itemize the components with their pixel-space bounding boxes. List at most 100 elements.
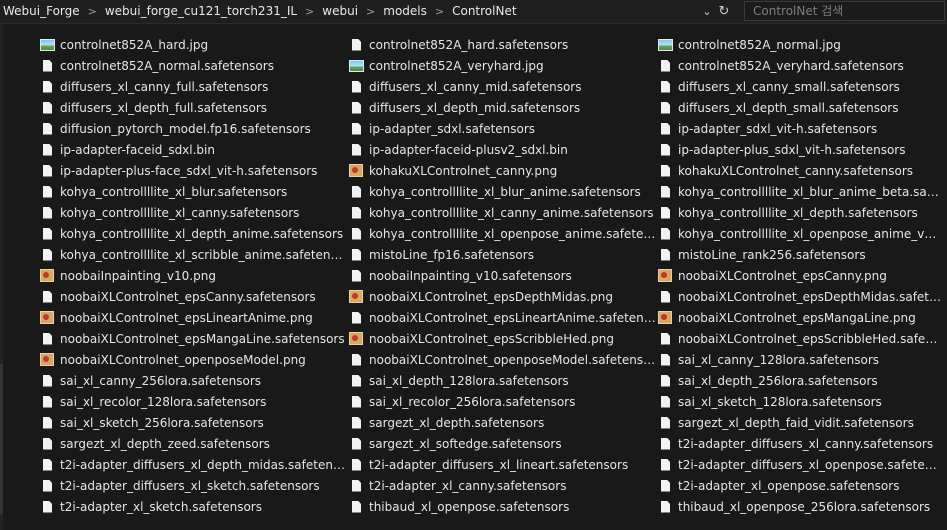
list-item[interactable]: kohakuXLControlnet_canny.safetensors [657, 160, 942, 181]
file-name: kohya_controllllite_xl_scribble_anime.sa… [60, 247, 348, 262]
list-item[interactable]: sai_xl_recolor_256lora.safetensors [348, 391, 657, 412]
list-item[interactable]: t2i-adapter_xl_openpose.safetensors [657, 475, 942, 496]
list-item[interactable]: kohakuXLControlnet_canny.png [348, 160, 657, 181]
list-item[interactable]: noobaiXLControlnet_openposeModel.safeten… [348, 349, 657, 370]
breadcrumb-item-controlnet[interactable]: ControlNet [451, 4, 517, 18]
list-item[interactable]: kohya_controllllite_xl_blur_anime_beta.s… [657, 181, 942, 202]
list-item[interactable]: kohya_controllllite_xl_openpose_anime.sa… [348, 223, 657, 244]
list-item[interactable]: controlnet852A_veryhard.jpg [348, 55, 657, 76]
list-item[interactable]: ip-adapter-plus_sdxl_vit-h.safetensors [657, 139, 942, 160]
file-name: t2i-adapter_xl_canny.safetensors [369, 478, 567, 493]
navigation-pane-scrollbar[interactable] [0, 24, 3, 530]
list-item[interactable]: kohya_controllllite_xl_scribble_anime.sa… [39, 244, 348, 265]
breadcrumb-item-webui-forge[interactable]: Webui_Forge [2, 4, 81, 18]
list-item[interactable]: noobaiXLControlnet_epsMangaLine.png [657, 307, 942, 328]
list-item[interactable]: sargezt_xl_depth_zeed.safetensors [39, 433, 348, 454]
search-box[interactable] [744, 1, 945, 21]
file-name: kohya_controllllite_xl_canny_anime.safet… [369, 205, 654, 220]
scrollbar-thumb[interactable] [0, 364, 3, 514]
list-item[interactable]: noobaiXLControlnet_openposeModel.png [39, 349, 348, 370]
document-icon [657, 415, 675, 431]
list-item[interactable]: noobaiXLControlnet_epsScribbleHed.png [348, 328, 657, 349]
list-item[interactable]: diffusers_xl_canny_full.safetensors [39, 76, 348, 97]
list-item[interactable]: noobaiXLControlnet_epsCanny.png [657, 265, 942, 286]
refresh-icon[interactable]: ↻ [715, 0, 733, 22]
document-icon [39, 142, 57, 158]
list-item[interactable]: noobaiXLControlnet_epsScribbleHed.safete… [657, 328, 942, 349]
list-item[interactable]: sai_xl_depth_128lora.safetensors [348, 370, 657, 391]
list-item[interactable]: sai_xl_depth_256lora.safetensors [657, 370, 942, 391]
list-item[interactable]: kohya_controllllite_xl_blur.safetensors [39, 181, 348, 202]
list-item[interactable]: sargezt_xl_depth_faid_vidit.safetensors [657, 412, 942, 433]
list-item[interactable]: ip-adapter-faceid-plusv2_sdxl.bin [348, 139, 657, 160]
list-item[interactable]: noobaiInpainting_v10.safetensors [348, 265, 657, 286]
list-item[interactable]: t2i-adapter_xl_sketch.safetensors [39, 496, 348, 517]
list-item[interactable]: thibaud_xl_openpose.safetensors [348, 496, 657, 517]
list-item[interactable]: t2i-adapter_diffusers_xl_sketch.safetens… [39, 475, 348, 496]
chevron-right-icon[interactable]: > [428, 5, 451, 18]
breadcrumb-item-models[interactable]: models [382, 4, 428, 18]
list-item[interactable]: sai_xl_sketch_256lora.safetensors [39, 412, 348, 433]
list-item[interactable]: sai_xl_canny_128lora.safetensors [657, 349, 942, 370]
chevron-right-icon[interactable]: > [81, 5, 104, 18]
chevron-right-icon[interactable]: > [359, 5, 382, 18]
list-item[interactable]: mistoLine_fp16.safetensors [348, 244, 657, 265]
document-icon [657, 184, 675, 200]
document-icon [39, 226, 57, 242]
list-item[interactable]: noobaiXLControlnet_epsLineartAnime.safet… [348, 307, 657, 328]
list-item[interactable]: sai_xl_canny_256lora.safetensors [39, 370, 348, 391]
chevron-down-icon[interactable]: ⌄ [698, 0, 716, 22]
list-item[interactable]: kohya_controllllite_xl_depth.safetensors [657, 202, 942, 223]
file-name: diffusion_pytorch_model.fp16.safetensors [60, 121, 311, 136]
file-name: controlnet852A_hard.jpg [60, 37, 209, 52]
file-name: noobaiXLControlnet_epsDepthMidas.png [369, 289, 613, 304]
list-item[interactable]: kohya_controllllite_xl_openpose_anime_v2… [657, 223, 942, 244]
breadcrumb-item-webui[interactable]: webui [321, 4, 359, 18]
list-item[interactable]: t2i-adapter_diffusers_xl_openpose.safete… [657, 454, 942, 475]
list-item[interactable]: ip-adapter-plus-face_sdxl_vit-h.safetens… [39, 160, 348, 181]
list-item[interactable]: sai_xl_sketch_128lora.safetensors [657, 391, 942, 412]
list-item[interactable]: diffusers_xl_depth_mid.safetensors [348, 97, 657, 118]
list-item[interactable]: ip-adapter-faceid_sdxl.bin [39, 139, 348, 160]
document-icon [657, 163, 675, 179]
list-item[interactable]: kohya_controllllite_xl_blur_anime.safete… [348, 181, 657, 202]
list-item[interactable]: diffusers_xl_canny_small.safetensors [657, 76, 942, 97]
chevron-right-icon[interactable]: > [298, 5, 321, 18]
file-name: controlnet852A_veryhard.jpg [369, 58, 544, 73]
list-item[interactable]: noobaiXLControlnet_epsLineartAnime.png [39, 307, 348, 328]
list-item[interactable]: thibaud_xl_openpose_256lora.safetensors [657, 496, 942, 517]
list-item[interactable]: noobaiXLControlnet_epsDepthMidas.safeten… [657, 286, 942, 307]
list-item[interactable]: noobaiXLControlnet_epsMangaLine.safetens… [39, 328, 348, 349]
list-item[interactable]: controlnet852A_veryhard.safetensors [657, 55, 942, 76]
list-item[interactable]: noobaiXLControlnet_epsDepthMidas.png [348, 286, 657, 307]
list-item[interactable]: diffusers_xl_depth_small.safetensors [657, 97, 942, 118]
list-item[interactable]: sai_xl_recolor_128lora.safetensors [39, 391, 348, 412]
list-item[interactable]: diffusers_xl_canny_mid.safetensors [348, 76, 657, 97]
list-item[interactable]: t2i-adapter_diffusers_xl_depth_midas.saf… [39, 454, 348, 475]
list-item[interactable]: sargezt_xl_depth.safetensors [348, 412, 657, 433]
list-item[interactable]: t2i-adapter_xl_canny.safetensors [348, 475, 657, 496]
list-item[interactable]: diffusers_xl_depth_full.safetensors [39, 97, 348, 118]
list-item[interactable]: controlnet852A_hard.safetensors [348, 34, 657, 55]
document-icon [39, 436, 57, 452]
list-item[interactable]: kohya_controllllite_xl_canny.safetensors [39, 202, 348, 223]
breadcrumb-item-webui-forge-cu121[interactable]: webui_forge_cu121_torch231_IL [104, 4, 298, 18]
list-item[interactable]: ip-adapter_sdxl_vit-h.safetensors [657, 118, 942, 139]
list-item[interactable]: controlnet852A_normal.safetensors [39, 55, 348, 76]
file-name: mistoLine_fp16.safetensors [369, 247, 534, 262]
image-icon [348, 58, 366, 74]
list-item[interactable]: kohya_controllllite_xl_depth_anime.safet… [39, 223, 348, 244]
list-item[interactable]: mistoLine_rank256.safetensors [657, 244, 942, 265]
file-name: kohya_controllllite_xl_blur_anime.safete… [369, 184, 641, 199]
list-item[interactable]: ip-adapter_sdxl.safetensors [348, 118, 657, 139]
list-item[interactable]: t2i-adapter_diffusers_xl_canny.safetenso… [657, 433, 942, 454]
list-item[interactable]: kohya_controllllite_xl_canny_anime.safet… [348, 202, 657, 223]
list-item[interactable]: noobaiInpainting_v10.png [39, 265, 348, 286]
list-item[interactable]: controlnet852A_normal.jpg [657, 34, 942, 55]
list-item[interactable]: diffusion_pytorch_model.fp16.safetensors [39, 118, 348, 139]
list-item[interactable]: controlnet852A_hard.jpg [39, 34, 348, 55]
list-item[interactable]: sargezt_xl_softedge.safetensors [348, 433, 657, 454]
list-item[interactable]: t2i-adapter_diffusers_xl_lineart.safeten… [348, 454, 657, 475]
list-item[interactable]: noobaiXLControlnet_epsCanny.safetensors [39, 286, 348, 307]
search-input[interactable] [753, 3, 933, 19]
